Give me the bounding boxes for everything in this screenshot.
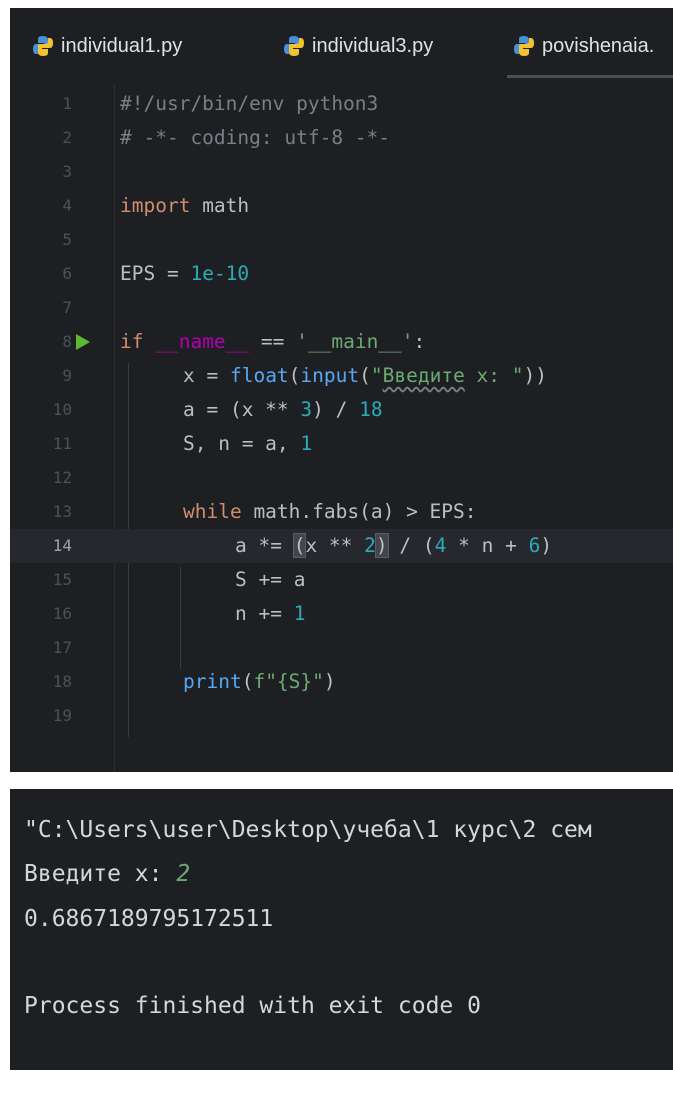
code-text: print(f"{S}") — [183, 670, 336, 693]
code-text: import math — [120, 194, 250, 217]
code-text: a *= (x ** 2) / (4 * n + 6) — [235, 533, 553, 558]
tab-povishenaia[interactable]: povishenaia. — [506, 8, 673, 84]
code-line-18[interactable]: 18 print(f"{S}") — [10, 665, 673, 699]
code-line-7[interactable]: 7 — [10, 291, 673, 325]
code-area[interactable]: 1 #!/usr/bin/env python3 2 # -*- coding:… — [10, 84, 673, 772]
code-line-8[interactable]: 8 if __name__ == '__main__': — [10, 325, 673, 359]
code-editor[interactable]: individual1.py individual3.py povishenai… — [10, 8, 673, 772]
console-input-line[interactable]: Введите x: 2 — [24, 857, 190, 891]
python-file-icon — [514, 36, 534, 56]
code-text: # -*- coding: utf-8 -*- — [120, 126, 391, 149]
tab-individual3[interactable]: individual3.py — [283, 8, 433, 84]
line-number: 11 — [52, 434, 72, 453]
code-line-2[interactable]: 2 # -*- coding: utf-8 -*- — [10, 121, 673, 155]
console-result: 0.6867189795172511 — [24, 906, 274, 932]
code-text: a = (x ** 3) / 18 — [183, 398, 383, 421]
code-text: if __name__ == '__main__': — [120, 330, 426, 353]
code-line-19[interactable]: 19 — [10, 699, 673, 733]
line-number: 8 — [62, 332, 72, 351]
code-line-14-current[interactable]: 14 a *= (x ** 2) / (4 * n + 6) — [10, 529, 673, 563]
code-line-15[interactable]: 15 S += a — [10, 563, 673, 597]
line-number: 19 — [52, 706, 72, 725]
line-number: 13 — [52, 502, 72, 521]
line-number: 14 — [52, 536, 72, 555]
code-line-3[interactable]: 3 — [10, 155, 673, 189]
code-line-17[interactable]: 17 — [10, 631, 673, 665]
code-text: S += a — [235, 568, 306, 591]
code-line-1[interactable]: 1 #!/usr/bin/env python3 — [10, 87, 673, 121]
code-line-10[interactable]: 10 a = (x ** 3) / 18 — [10, 393, 673, 427]
line-number: 6 — [62, 264, 72, 283]
line-number: 2 — [62, 128, 72, 147]
code-text: x = float(input("Введите x: ")) — [183, 364, 547, 387]
line-number: 12 — [52, 468, 72, 487]
line-number: 1 — [62, 94, 72, 113]
code-text: n += 1 — [235, 602, 306, 625]
tab-label: individual1.py — [61, 34, 183, 57]
code-line-13[interactable]: 13 while math.fabs(a) > EPS: — [10, 495, 673, 529]
code-line-4[interactable]: 4 import math — [10, 189, 673, 223]
tab-individual1[interactable]: individual1.py — [32, 8, 182, 84]
code-text: #!/usr/bin/env python3 — [120, 92, 379, 115]
console-prompt: Введите x: — [24, 861, 177, 887]
code-line-11[interactable]: 11 S, n = a, 1 — [10, 427, 673, 461]
line-number: 17 — [52, 638, 72, 657]
tab-label: individual3.py — [312, 34, 434, 57]
code-text: EPS = 1e-10 — [120, 262, 250, 285]
line-number: 3 — [62, 162, 72, 181]
run-console[interactable]: "C:\Users\user\Desktop\учеба\1 курс\2 се… — [10, 789, 673, 1070]
console-command-path: "C:\Users\user\Desktop\учеба\1 курс\2 се… — [24, 817, 592, 843]
code-line-12[interactable]: 12 — [10, 461, 673, 495]
line-number: 4 — [62, 196, 72, 215]
editor-tab-bar: individual1.py individual3.py povishenai… — [10, 8, 673, 84]
run-gutter-icon[interactable] — [76, 334, 90, 350]
code-line-5[interactable]: 5 — [10, 223, 673, 257]
line-number: 16 — [52, 604, 72, 623]
code-text: while math.fabs(a) > EPS: — [183, 500, 477, 523]
python-file-icon — [33, 36, 53, 56]
python-file-icon — [284, 36, 304, 56]
tab-label: povishenaia. — [542, 34, 655, 57]
line-number: 5 — [62, 230, 72, 249]
code-line-6[interactable]: 6 EPS = 1e-10 — [10, 257, 673, 291]
line-number: 18 — [52, 672, 72, 691]
line-number: 9 — [62, 366, 72, 385]
console-user-input: 2 — [176, 861, 191, 887]
line-number: 15 — [52, 570, 72, 589]
line-number: 7 — [62, 298, 72, 317]
code-text: S, n = a, 1 — [183, 432, 313, 455]
code-line-16[interactable]: 16 n += 1 — [10, 597, 673, 631]
console-exit-message: Process finished with exit code 0 — [24, 993, 481, 1019]
code-line-9[interactable]: 9 x = float(input("Введите x: ")) — [10, 359, 673, 393]
line-number: 10 — [52, 400, 72, 419]
